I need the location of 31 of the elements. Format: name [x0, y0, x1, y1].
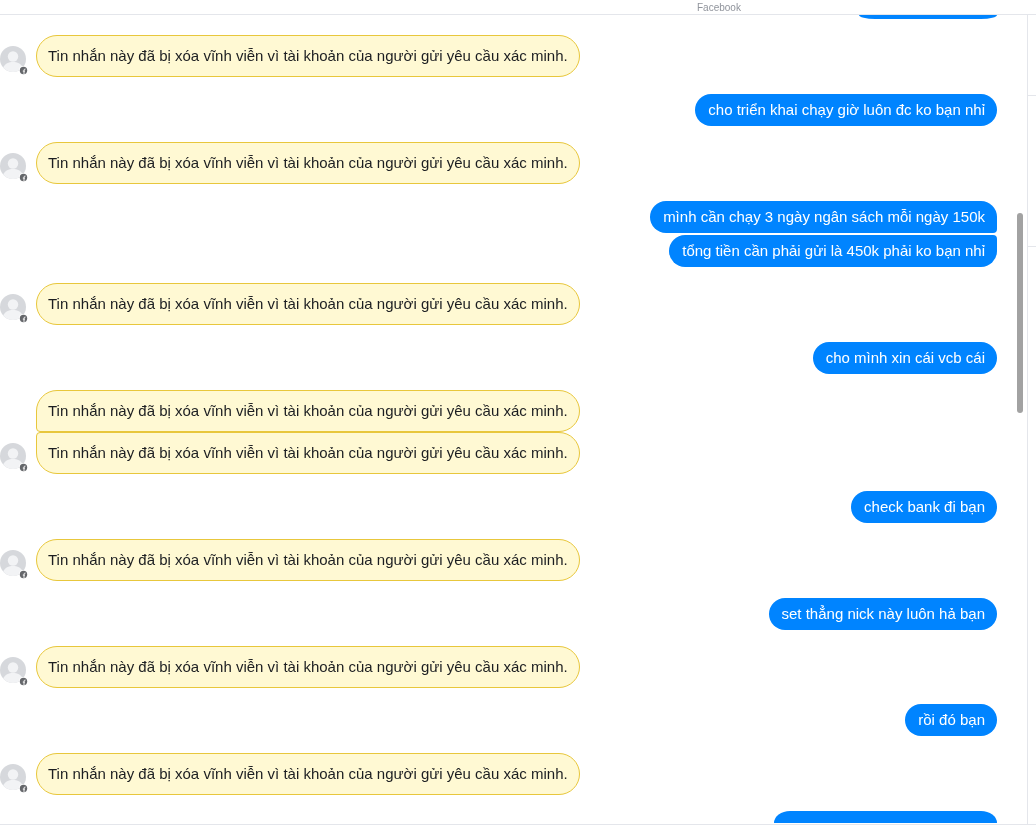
message-bubble: Tin nhắn này đã bị xóa vĩnh viễn vì tài khoản của người gửi yêu cầu xác minh. [36, 142, 580, 185]
avatar-icon [0, 443, 26, 470]
message-bubble: Tin nhắn này đã bị xóa vĩnh viễn vì tài khoản của người gửi yêu cầu xác minh. [36, 752, 580, 795]
message-bubble: Tin nhắn này đã bị xóa vĩnh viễn vì tài khoản của người gửi yêu cầu xác minh. [36, 283, 580, 326]
avatar-icon [0, 294, 26, 321]
scrollbar-thumb[interactable] [1017, 213, 1023, 413]
avatar-icon [0, 657, 26, 683]
message-bubble: cho triển khai chạy giờ luôn đc ko bạn nhỉ [695, 93, 997, 126]
message-bubble: Tin nhắn này đã bị xóa vĩnh viễn vì tài khoản của người gửi yêu cầu xác minh. [36, 35, 580, 78]
message-bubble: rồi đó bạn [905, 704, 997, 737]
avatar-icon [0, 763, 26, 790]
message-bubble: Tin nhắn này đã bị xóa vĩnh viễn vì tài khoản của người gửi yêu cầu xác minh. [36, 390, 580, 433]
caption-text: Facebook [697, 2, 741, 14]
badge-icon [19, 463, 28, 473]
message-bubble: check bank đi bạn [851, 490, 997, 523]
badge-icon [19, 173, 28, 183]
message-bubble: Tin nhắn này đã bị xóa vĩnh viễn vì tài khoản của người gửi yêu cầu xác minh. [36, 646, 580, 688]
badge-icon [19, 783, 28, 793]
avatar-icon [0, 153, 26, 180]
badge-icon [19, 570, 28, 580]
message-bubble: tổng tiền cần phải gửi là 450k phải ko bạn nhỉ [669, 234, 997, 267]
message-bubble: mình cần chạy 3 ngày ngân sách mỗi ngày 150k [650, 200, 997, 233]
badge-icon [19, 314, 28, 324]
message-bubble: cho mình xin cái vcb cái [812, 341, 997, 374]
badge-icon [19, 677, 28, 686]
badge-icon [19, 66, 28, 76]
avatar-icon [0, 46, 26, 73]
message-bubble: Tin nhắn này đã bị xóa vĩnh viễn vì tài khoản của người gửi yêu cầu xác minh. [36, 539, 580, 582]
message-bubble: set thẳng nick này luôn hả bạn [768, 597, 997, 630]
avatar-icon [0, 550, 26, 577]
message-bubble: Tin nhắn này đã bị xóa vĩnh viễn vì tài khoản của người gửi yêu cầu xác minh. [36, 432, 580, 475]
